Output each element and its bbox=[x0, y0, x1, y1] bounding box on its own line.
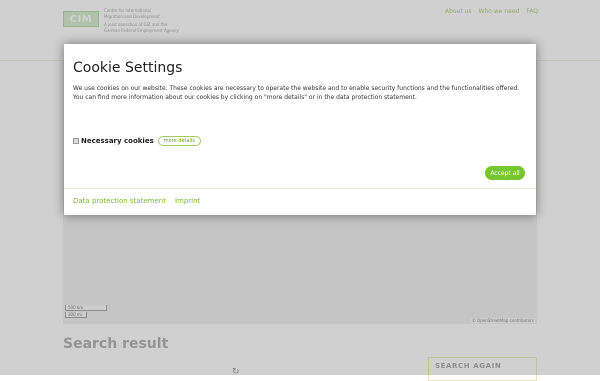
accept-all-button[interactable]: Accept all bbox=[485, 166, 525, 180]
necessary-cookies-label: Necessary cookies bbox=[81, 137, 154, 145]
necessary-cookies-row: Necessary cookies more details bbox=[73, 136, 201, 146]
data-protection-link[interactable]: Data protection statement bbox=[73, 197, 166, 205]
dialog-description: We use cookies on our website. These coo… bbox=[73, 85, 520, 101]
dialog-footer-links: Data protection statement Imprint bbox=[73, 197, 200, 205]
cookie-settings-dialog: Cookie Settings We use cookies on our we… bbox=[64, 44, 536, 215]
dialog-title: Cookie Settings bbox=[73, 60, 183, 76]
more-details-button[interactable]: more details bbox=[157, 136, 201, 146]
dialog-footer-divider bbox=[64, 188, 536, 189]
necessary-cookies-checkbox[interactable] bbox=[73, 138, 79, 144]
imprint-link[interactable]: Imprint bbox=[175, 197, 200, 205]
